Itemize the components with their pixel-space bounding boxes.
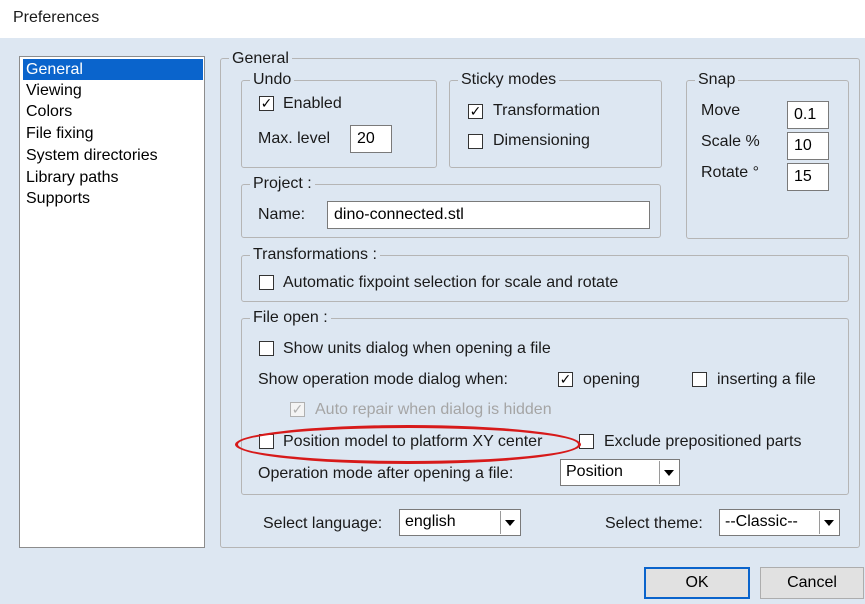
snap-legend: Snap xyxy=(695,71,739,89)
chevron-down-icon[interactable] xyxy=(819,511,838,534)
select-theme-label: Select theme: xyxy=(605,515,703,532)
language-value: english xyxy=(405,513,456,530)
max-level-label: Max. level xyxy=(258,130,331,147)
inserting-checkbox[interactable] xyxy=(692,372,707,387)
sticky-modes-legend: Sticky modes xyxy=(458,71,560,89)
theme-select[interactable]: --Classic-- xyxy=(719,509,840,536)
snap-move-input[interactable] xyxy=(787,101,829,129)
nav-item-system-directories[interactable]: System directories xyxy=(23,145,203,166)
auto-fixpoint-checkbox[interactable] xyxy=(259,275,274,290)
auto-repair-checkbox: ✓ xyxy=(290,401,305,417)
snap-rotate-label: Rotate ° xyxy=(701,164,759,181)
op-mode-after-label: Operation mode after opening a file: xyxy=(258,465,514,482)
show-op-mode-label: Show operation mode dialog when: xyxy=(258,371,508,388)
nav-item-viewing[interactable]: Viewing xyxy=(23,80,203,101)
exclude-prepositioned-label: Exclude prepositioned parts xyxy=(604,433,802,450)
dimensioning-checkbox[interactable] xyxy=(468,134,483,149)
category-list[interactable]: General Viewing Colors File fixing Syste… xyxy=(19,56,205,548)
show-units-label: Show units dialog when opening a file xyxy=(283,340,551,357)
op-mode-after-select[interactable]: Position xyxy=(560,459,680,486)
language-select[interactable]: english xyxy=(399,509,521,536)
nav-item-supports[interactable]: Supports xyxy=(23,188,203,209)
show-units-checkbox[interactable] xyxy=(259,341,274,356)
project-name-input[interactable] xyxy=(327,201,650,229)
select-language-label: Select language: xyxy=(263,515,383,532)
exclude-prepositioned-checkbox[interactable] xyxy=(579,434,594,449)
position-center-label: Position model to platform XY center xyxy=(283,433,543,450)
inserting-label: inserting a file xyxy=(717,371,816,388)
opening-checkbox[interactable]: ✓ xyxy=(558,372,573,387)
transformation-label: Transformation xyxy=(493,102,600,119)
chevron-down-icon[interactable] xyxy=(500,511,519,534)
theme-value: --Classic-- xyxy=(725,513,798,530)
undo-legend: Undo xyxy=(250,71,295,89)
auto-repair-label: Auto repair when dialog is hidden xyxy=(315,401,552,418)
nav-item-general[interactable]: General xyxy=(23,59,203,80)
title-bar: Preferences xyxy=(0,0,865,39)
project-legend: Project : xyxy=(250,175,315,193)
general-legend: General xyxy=(229,50,292,68)
opening-label: opening xyxy=(583,371,640,388)
snap-move-label: Move xyxy=(701,102,741,119)
snap-rotate-input[interactable] xyxy=(787,163,829,191)
max-level-input[interactable] xyxy=(350,125,392,153)
nav-item-colors[interactable]: Colors xyxy=(23,101,203,122)
transformation-checkbox[interactable]: ✓ xyxy=(468,104,483,119)
nav-item-file-fixing[interactable]: File fixing xyxy=(23,123,203,144)
snap-scale-label: Scale % xyxy=(701,133,760,150)
file-open-legend: File open : xyxy=(250,309,331,327)
op-mode-after-value: Position xyxy=(566,463,623,480)
sticky-modes-group xyxy=(449,80,662,168)
transformations-legend: Transformations : xyxy=(250,246,380,264)
position-center-checkbox[interactable] xyxy=(259,434,274,449)
window-title: Preferences xyxy=(13,9,100,26)
undo-enabled-label: Enabled xyxy=(283,95,342,112)
ok-button[interactable]: OK xyxy=(644,567,750,599)
nav-item-library-paths[interactable]: Library paths xyxy=(23,167,203,188)
project-name-label: Name: xyxy=(258,206,306,223)
snap-scale-input[interactable] xyxy=(787,132,829,160)
undo-enabled-checkbox[interactable]: ✓ xyxy=(259,96,274,111)
chevron-down-icon[interactable] xyxy=(659,461,678,484)
dimensioning-label: Dimensioning xyxy=(493,132,590,149)
auto-fixpoint-label: Automatic fixpoint selection for scale a… xyxy=(283,274,619,291)
cancel-button[interactable]: Cancel xyxy=(760,567,864,599)
